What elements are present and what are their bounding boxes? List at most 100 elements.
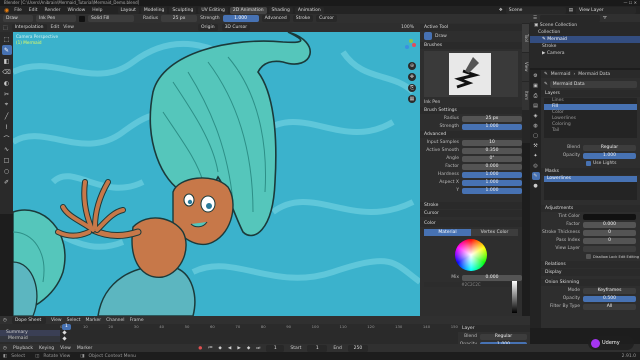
data-name-field[interactable]: Mermaid Data (549, 80, 637, 88)
axis-x-icon[interactable] (412, 43, 416, 47)
blender-logo-icon[interactable]: ◉ (4, 7, 9, 14)
adv-field-6[interactable]: 1.000 (462, 187, 522, 194)
tint-icon[interactable]: ◐ (2, 78, 12, 88)
viewport[interactable]: Camera Perspective (1) Mermaid ⊕ ✥ ⎘ ▦ (13, 32, 420, 316)
adv-field-2[interactable]: 0° (462, 155, 522, 162)
eyedropper-icon[interactable]: ⌖ (2, 100, 12, 110)
camera-view-icon[interactable]: ⎘ (408, 84, 416, 92)
outliner-row[interactable]: ▶ Camera (530, 50, 640, 57)
layer-row[interactable]: Tail (544, 128, 637, 134)
view-menu[interactable]: View (63, 25, 74, 30)
cursor-header[interactable]: Cursor (420, 210, 522, 217)
filter-icon[interactable]: ⛛ (603, 15, 607, 21)
annotate-icon[interactable]: ✐ (2, 177, 12, 187)
pb-view-menu[interactable]: View (60, 346, 71, 351)
play-icon[interactable]: ▶ (237, 346, 240, 351)
record-icon[interactable]: ● (198, 346, 202, 351)
dopesheet-editor-icon[interactable]: ◷ (3, 318, 7, 323)
curve-icon[interactable]: ∿ (2, 144, 12, 154)
onion-skinning-header[interactable]: Onion Skinning (541, 279, 640, 286)
adv-field-1[interactable]: 0.350 (462, 147, 522, 154)
origin-menu[interactable]: Origin (197, 24, 218, 31)
sidebar-tab-item[interactable]: Item (522, 82, 529, 110)
onion-opacity-field[interactable]: 0.500 (583, 295, 636, 302)
zoom-icon[interactable]: ⊕ (408, 62, 416, 70)
output-properties-icon[interactable]: ⎙ (532, 92, 540, 100)
fill-icon[interactable]: ◧ (2, 56, 12, 66)
scene-properties-icon[interactable]: ◈ (532, 112, 540, 120)
layers-header[interactable]: Layers (541, 90, 640, 97)
keyframe[interactable] (62, 336, 67, 341)
polyline-icon[interactable]: ⌇ (2, 122, 12, 132)
edit-menu[interactable]: Edit (51, 25, 60, 30)
jump-end-icon[interactable]: ⏭ (256, 345, 260, 351)
prev-key-icon[interactable]: ◆ (218, 346, 221, 351)
scene-selector[interactable]: Scene (505, 6, 566, 14)
disallow-checkbox[interactable] (586, 254, 591, 259)
radius-field[interactable]: 25 px (161, 15, 198, 22)
adv-field-4[interactable]: 1.000 (462, 171, 522, 178)
end-frame-field[interactable]: 250 (347, 344, 368, 352)
tab-modeling[interactable]: Modeling (140, 6, 168, 14)
opacity-field[interactable]: 1.000 (583, 152, 636, 159)
next-key-icon[interactable]: ◆ (247, 346, 250, 351)
masks-header[interactable]: Masks (541, 168, 640, 175)
tab-sculpting[interactable]: Sculpting (169, 6, 197, 14)
brush-preview[interactable] (424, 51, 518, 97)
world-properties-icon[interactable]: ◍ (532, 122, 540, 130)
adj-field-2[interactable]: 0 (583, 229, 636, 236)
outliner-search[interactable] (540, 14, 601, 22)
layer-panel-header[interactable]: Layer (458, 325, 530, 332)
sidebar-strength-field[interactable]: 1.000 (462, 123, 522, 130)
ds-menu-select[interactable]: Select (67, 318, 81, 323)
outliner-row[interactable]: Stroke (530, 43, 640, 50)
arc-icon[interactable]: ⌒ (2, 133, 12, 143)
keyframe-area[interactable] (60, 330, 458, 344)
pb-marker-menu[interactable]: Marker (77, 346, 93, 351)
advanced-header[interactable]: Advanced (420, 131, 522, 138)
color-hex[interactable]: #2C2C2C (424, 282, 518, 287)
stroke-header[interactable]: Stroke (420, 202, 522, 209)
cursor-dropdown[interactable]: Cursor (316, 15, 337, 22)
interpolation-menu[interactable]: Interpolation (11, 24, 47, 31)
menu-window[interactable]: Window (68, 8, 86, 13)
color-header[interactable]: Color (420, 220, 522, 227)
gpencil-data-icon[interactable]: ✎ (531, 172, 540, 180)
filter-dropdown[interactable]: All (583, 303, 636, 310)
adv-field-0[interactable]: 10 (462, 139, 522, 146)
mask-row[interactable]: Lowerlines (544, 176, 637, 182)
strength-field[interactable]: 1.000 (222, 15, 259, 22)
ds-menu-view[interactable]: View (51, 318, 62, 323)
box-icon[interactable]: □ (2, 155, 12, 165)
onion-mode-dropdown[interactable]: Keyframes (583, 287, 636, 294)
outliner-row[interactable]: ✎ Mermaid (530, 36, 640, 43)
sidebar-tab-tool[interactable]: Tool (522, 24, 529, 52)
keying-menu[interactable]: Keying (39, 346, 54, 351)
outliner-row[interactable]: Collection (530, 29, 640, 36)
menu-file[interactable]: File (14, 8, 22, 13)
stroke-dropdown[interactable]: Stroke (292, 15, 314, 22)
tab-shading[interactable]: Shading (268, 6, 293, 14)
start-frame-field[interactable]: 1 (307, 344, 328, 352)
grid-icon[interactable]: ▦ (408, 95, 416, 103)
physics-properties-icon[interactable]: ◎ (532, 162, 540, 170)
menu-help[interactable]: Help (92, 8, 102, 13)
navigation-gizmo[interactable] (402, 38, 418, 54)
tab-uv-editing[interactable]: UV Editing (198, 6, 228, 14)
adjustments-header[interactable]: Adjustments (541, 205, 640, 212)
adj-field-3[interactable]: 0 (583, 237, 636, 244)
brushes-header[interactable]: Brushes (420, 42, 522, 49)
outliner-editor-icon[interactable]: ☰ (533, 16, 537, 21)
timeline-editor-icon[interactable]: ◷ (3, 346, 7, 351)
modifier-properties-icon[interactable]: ⚒ (532, 142, 540, 150)
mix-field[interactable]: 0.000 (462, 274, 522, 281)
adv-field-5[interactable]: 1.000 (462, 179, 522, 186)
effects-properties-icon[interactable]: ✦ (532, 152, 540, 160)
outliner-scene-collection[interactable]: ▣ Scene Collection (530, 22, 640, 29)
value-slider[interactable] (512, 281, 517, 313)
current-frame-field[interactable]: 1 (266, 344, 285, 352)
object-row[interactable]: Mermaid (0, 336, 60, 342)
tab-animation[interactable]: Animation (294, 6, 324, 14)
editor-type-icon[interactable]: ⬚ (3, 25, 8, 31)
display-header[interactable]: Display (541, 269, 640, 276)
